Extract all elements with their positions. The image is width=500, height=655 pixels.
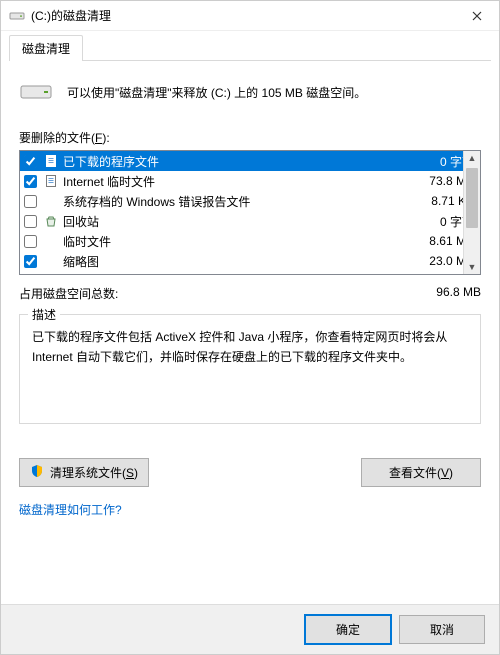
cancel-button[interactable]: 取消 bbox=[399, 615, 485, 644]
scroll-thumb[interactable] bbox=[466, 168, 478, 228]
file-row-name: 系统存档的 Windows 错误报告文件 bbox=[63, 193, 431, 210]
file-row-name: 已下载的程序文件 bbox=[63, 153, 440, 170]
blank-icon bbox=[43, 233, 59, 249]
description-text: 已下载的程序文件包括 ActiveX 控件和 Java 小程序，你查看特定网页时… bbox=[32, 327, 468, 368]
ok-button[interactable]: 确定 bbox=[305, 615, 391, 644]
file-row[interactable]: 缩略图23.0 MB bbox=[20, 251, 480, 271]
description-legend: 描述 bbox=[28, 306, 60, 323]
tabstrip: 磁盘清理 bbox=[1, 31, 499, 60]
window-close-button[interactable] bbox=[454, 1, 499, 31]
file-row[interactable]: 回收站0 字节 bbox=[20, 211, 480, 231]
file-row-checkbox[interactable] bbox=[24, 255, 37, 268]
titlebar: (C:)的磁盘清理 bbox=[1, 1, 499, 31]
file-row-name: Internet 临时文件 bbox=[63, 173, 429, 190]
drive-large-icon bbox=[19, 75, 53, 109]
shield-icon bbox=[30, 464, 44, 481]
summary-text: 可以使用"磁盘清理"来释放 (C:) 上的 105 MB 磁盘空间。 bbox=[67, 84, 366, 101]
button-row: 清理系统文件(S) 查看文件(V) bbox=[19, 458, 481, 487]
window-title: (C:)的磁盘清理 bbox=[31, 7, 454, 24]
file-row-checkbox[interactable] bbox=[24, 235, 37, 248]
total-value: 96.8 MB bbox=[436, 285, 481, 302]
recycle-icon bbox=[43, 213, 59, 229]
summary-row: 可以使用"磁盘清理"来释放 (C:) 上的 105 MB 磁盘空间。 bbox=[19, 75, 481, 109]
file-row[interactable]: Internet 临时文件73.8 MB bbox=[20, 171, 480, 191]
totals-row: 占用磁盘空间总数: 96.8 MB bbox=[19, 285, 481, 302]
file-list[interactable]: 已下载的程序文件0 字节Internet 临时文件73.8 MB系统存档的 Wi… bbox=[19, 150, 481, 275]
blank-icon bbox=[43, 193, 59, 209]
blank-icon bbox=[43, 253, 59, 269]
scrollbar[interactable]: ▲ ▼ bbox=[463, 151, 480, 274]
file-row-checkbox[interactable] bbox=[24, 195, 37, 208]
drive-icon bbox=[9, 8, 25, 24]
file-row[interactable]: 系统存档的 Windows 错误报告文件8.71 KB bbox=[20, 191, 480, 211]
file-row-checkbox[interactable] bbox=[24, 155, 37, 168]
total-label: 占用磁盘空间总数: bbox=[19, 285, 118, 302]
file-row-checkbox[interactable] bbox=[24, 175, 37, 188]
scroll-up-icon[interactable]: ▲ bbox=[468, 151, 477, 165]
disk-cleanup-window: (C:)的磁盘清理 磁盘清理 可以使用"磁盘清理"来释放 (C:) 上的 105… bbox=[0, 0, 500, 655]
description-group: 描述 已下载的程序文件包括 ActiveX 控件和 Java 小程序，你查看特定… bbox=[19, 314, 481, 424]
scroll-down-icon[interactable]: ▼ bbox=[468, 260, 477, 274]
view-files-button[interactable]: 查看文件(V) bbox=[361, 458, 481, 487]
files-to-delete-label: 要删除的文件(F): bbox=[19, 129, 481, 146]
dialog-footer: 确定 取消 bbox=[1, 604, 499, 654]
file-row-name: 临时文件 bbox=[63, 233, 429, 250]
file-row[interactable]: 已下载的程序文件0 字节 bbox=[20, 151, 480, 171]
doc-icon bbox=[43, 173, 59, 189]
tab-content: 可以使用"磁盘清理"来释放 (C:) 上的 105 MB 磁盘空间。 要删除的文… bbox=[1, 61, 499, 604]
file-row-checkbox[interactable] bbox=[24, 215, 37, 228]
file-row[interactable]: 临时文件8.61 MB bbox=[20, 231, 480, 251]
clean-system-files-button[interactable]: 清理系统文件(S) bbox=[19, 458, 149, 487]
doc-icon bbox=[43, 153, 59, 169]
help-link[interactable]: 磁盘清理如何工作? bbox=[19, 501, 481, 518]
tab-disk-cleanup[interactable]: 磁盘清理 bbox=[9, 35, 83, 61]
file-row-name: 缩略图 bbox=[63, 253, 429, 270]
file-row-name: 回收站 bbox=[63, 213, 440, 230]
